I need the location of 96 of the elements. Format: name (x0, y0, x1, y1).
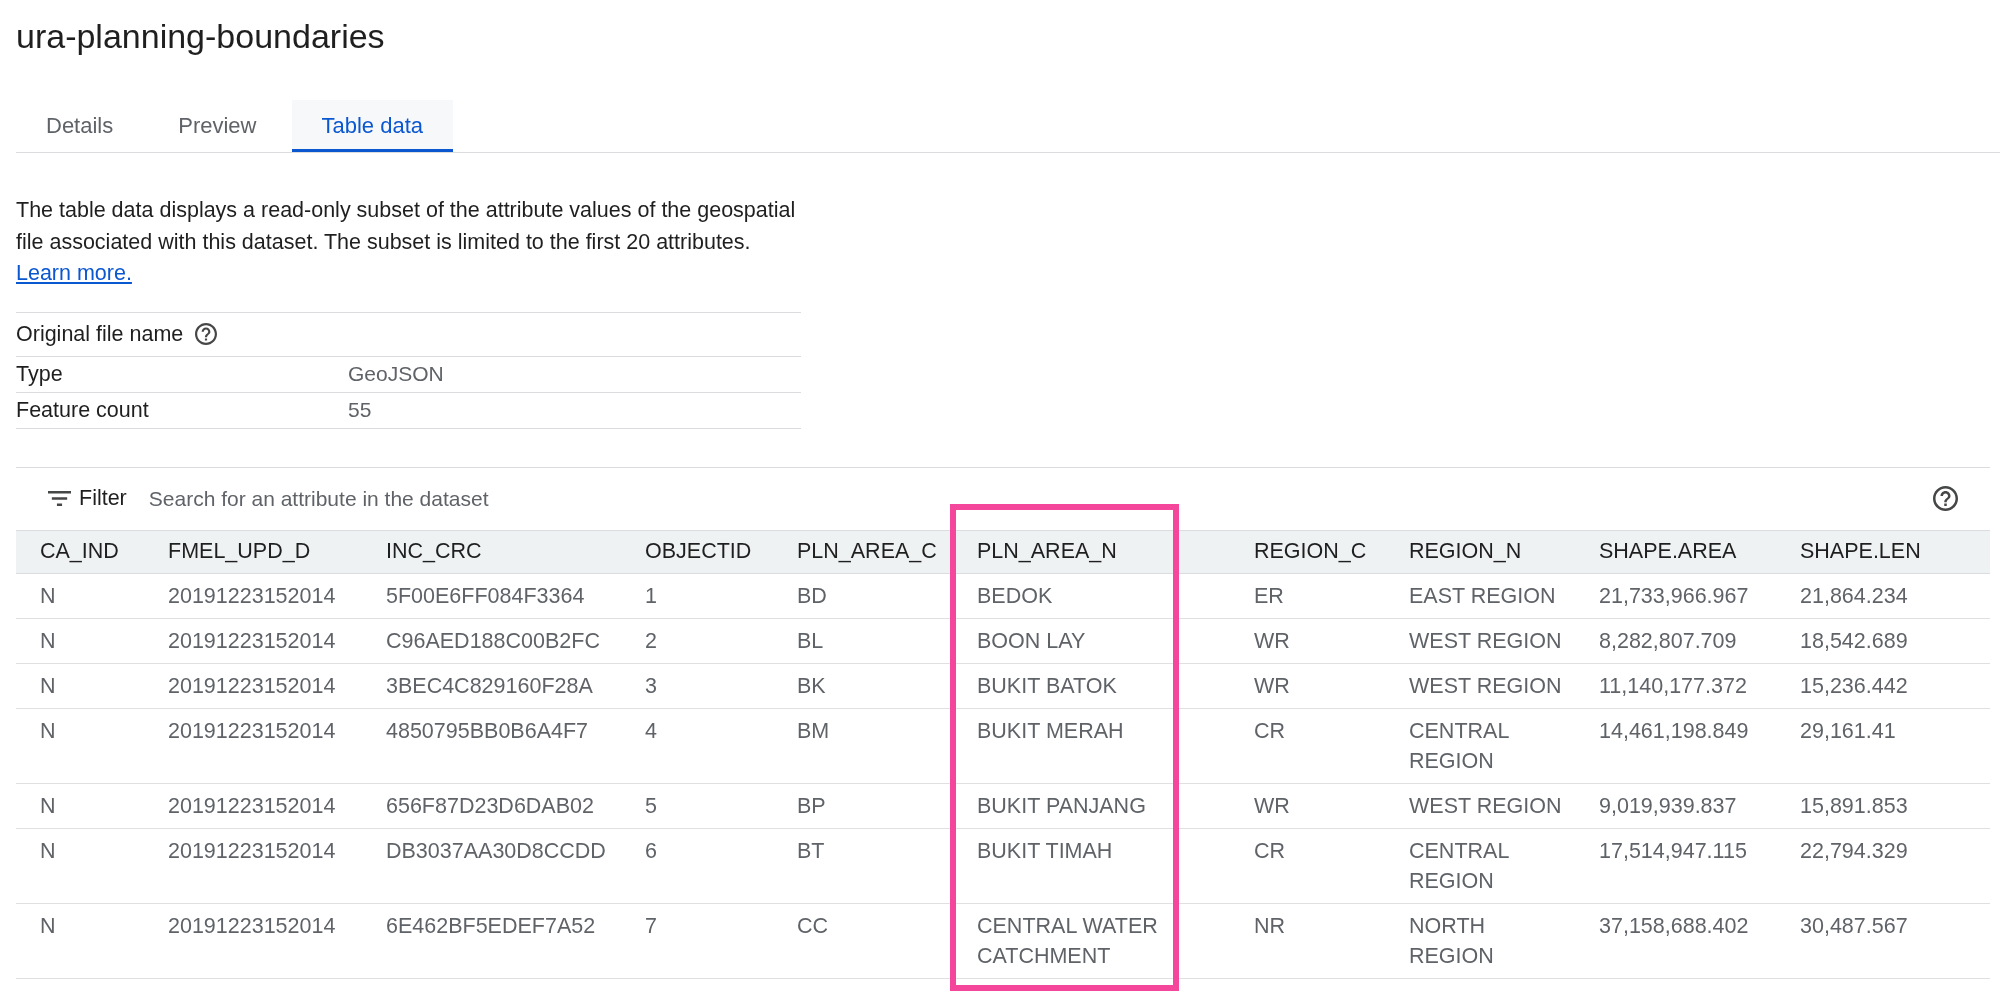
table-cell: BUKIT PANJANG (965, 783, 1242, 829)
table-cell: 3 (633, 663, 785, 709)
table-cell: N (16, 573, 156, 619)
table-cell: 4850795BB0B6A4F7 (374, 708, 633, 784)
table-cell: 5F00E6FF084F3364 (374, 573, 633, 619)
info-label: Feature count (16, 397, 149, 423)
column-header: SHAPE.AREA (1587, 529, 1788, 574)
table-cell: 21,733,966.967 (1587, 573, 1788, 619)
table-cell: CR (1242, 828, 1397, 904)
search-field[interactable]: Search for an attribute in the dataset (148, 481, 1921, 516)
column-header: SHAPE.LEN (1788, 529, 1990, 574)
table-cell: WEST REGION (1397, 783, 1587, 829)
table-cell: 5 (633, 783, 785, 829)
table-cell: 11,140,177.372 (1587, 663, 1788, 709)
table-cell: 3BEC4C829160F28A (374, 663, 633, 709)
table-cell: BK (785, 663, 965, 709)
learn-more-link[interactable]: Learn more. (16, 258, 132, 290)
table-cell: 20191223152014 (156, 783, 374, 829)
tab[interactable]: Table data (291, 100, 454, 152)
table-cell: 20191223152014 (156, 708, 374, 784)
table-cell: 8,282,807.709 (1587, 618, 1788, 664)
table-cell: CENTRAL REGION (1397, 828, 1587, 904)
info-value: GeoJSON (348, 362, 444, 386)
column-header: REGION_C (1242, 529, 1397, 574)
tab[interactable]: Details (16, 100, 144, 152)
table-cell: 15,236.442 (1788, 663, 1990, 709)
table-cell: BT (785, 828, 965, 904)
table-cell: 6 (633, 828, 785, 904)
table-cell: ER (1242, 573, 1397, 619)
help-icon[interactable] (195, 323, 218, 345)
column-header: INC_CRC (374, 529, 633, 574)
column-header: PLN_AREA_C (785, 529, 965, 574)
help-icon[interactable] (1933, 486, 1958, 511)
info-value: 55 (348, 398, 372, 422)
table-cell: 6E462BF5EDEF7A52 (374, 903, 633, 979)
description-text: The table data displays a read-only subset of the attribute values of the geospatial file associated with this dataset. The subset is limited to the first 20 attributes. (16, 197, 797, 256)
table-cell: BUKIT MERAH (965, 708, 1242, 784)
table-cell: WEST REGION (1397, 663, 1587, 709)
table-cell: CENTRAL WATER CATCHMENT (965, 903, 1242, 979)
table-cell: BOON LAY (965, 618, 1242, 664)
table-cell: BUKIT BATOK (965, 663, 1242, 709)
table-cell: 20191223152014 (156, 573, 374, 619)
table-cell: WR (1242, 663, 1397, 709)
table-cell: N (16, 903, 156, 979)
table-cell: N (16, 618, 156, 664)
table-cell: BEDOK (965, 573, 1242, 619)
page-title: ura-planning-boundaries (16, 16, 385, 56)
table-cell: CC (785, 903, 965, 979)
table-cell: N (16, 828, 156, 904)
tab[interactable]: Preview (148, 100, 287, 152)
table-cell: EAST REGION (1397, 573, 1587, 619)
table-cell: 20191223152014 (156, 618, 374, 664)
column-header: FMEL_UPD_D (156, 529, 374, 574)
table-cell: N (16, 708, 156, 784)
table-cell: 656F87D23D6DAB02 (374, 783, 633, 829)
table-cell: BD (785, 573, 965, 619)
table-cell: 22,794.329 (1788, 828, 1990, 904)
table-cell: 14,461,198.849 (1587, 708, 1788, 784)
table-cell: 4 (633, 708, 785, 784)
table-cell: 37,158,688.402 (1587, 903, 1788, 979)
table-cell: C96AED188C00B2FC (374, 618, 633, 664)
table-cell: BP (785, 783, 965, 829)
table-cell: N (16, 663, 156, 709)
table-cell: 20191223152014 (156, 663, 374, 709)
table-cell: N (16, 783, 156, 829)
table-cell: NR (1242, 903, 1397, 979)
table-cell: 20191223152014 (156, 903, 374, 979)
filter-label[interactable]: Filter (79, 486, 127, 511)
column-header: CA_IND (16, 529, 156, 574)
table-cell: 7 (633, 903, 785, 979)
filter-icon[interactable] (48, 491, 71, 506)
table-cell: 20191223152014 (156, 828, 374, 904)
column-header: REGION_N (1397, 529, 1587, 574)
table-cell: 2 (633, 618, 785, 664)
table-cell: NORTH REGION (1397, 903, 1587, 979)
table-cell: BM (785, 708, 965, 784)
table-cell: WR (1242, 618, 1397, 664)
info-label: Original file name (16, 321, 184, 347)
table-cell: 29,161.41 (1788, 708, 1990, 784)
table-cell: DB3037AA30D8CCDD (374, 828, 633, 904)
table-cell: 21,864.234 (1788, 573, 1990, 619)
table-cell: 15,891.853 (1788, 783, 1990, 829)
table-cell: WR (1242, 783, 1397, 829)
table-cell: CR (1242, 708, 1397, 784)
table-cell: 30,487.567 (1788, 903, 1990, 979)
column-header: OBJECTID (633, 529, 785, 574)
table-cell: CENTRAL REGION (1397, 708, 1587, 784)
table-cell: 17,514,947.115 (1587, 828, 1788, 904)
table-cell: 18,542.689 (1788, 618, 1990, 664)
column-header: PLN_AREA_N (965, 529, 1242, 574)
table-cell: 9,019,939.837 (1587, 783, 1788, 829)
table-cell: WEST REGION (1397, 618, 1587, 664)
table-cell: BL (785, 618, 965, 664)
table-cell: BUKIT TIMAH (965, 828, 1242, 904)
table-cell: 1 (633, 573, 785, 619)
info-label: Type (16, 361, 63, 387)
